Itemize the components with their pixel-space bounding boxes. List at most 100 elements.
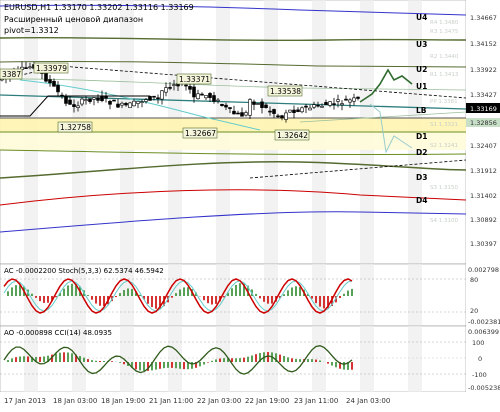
session-band [360, 264, 374, 326]
time-tick: 18 Jan 19:00 [101, 397, 145, 405]
price-box: 1.32758 [57, 121, 93, 133]
time-tick: 17 Jan 2013 [4, 397, 46, 405]
cci-panel[interactable]: AO -0.000898 CCI(14) 48.0935 0.006399 10… [0, 325, 500, 393]
price-tick: 1.33922 [470, 66, 497, 74]
candle-body [104, 95, 108, 99]
candle-body [64, 96, 68, 104]
candle-body [132, 100, 136, 107]
session-band [408, 326, 422, 392]
session-band [264, 264, 278, 326]
candle-body [192, 86, 196, 98]
ghost-label: R4 1.3480 [430, 20, 459, 26]
session-band [360, 326, 374, 392]
time-axis: 17 Jan 2013 18 Jan 03:00 18 Jan 19:00 21… [0, 392, 500, 408]
candle-body [200, 93, 204, 96]
candle-body [28, 66, 32, 69]
candle-body [216, 99, 220, 102]
time-tick: 23 Jan 11:00 [294, 397, 338, 405]
candle-body [52, 80, 56, 87]
ghost-label: S4 1.3100 [430, 218, 458, 224]
candle-body [340, 103, 344, 106]
session-band [408, 264, 422, 326]
cci-axis-tick: -100 [472, 371, 487, 379]
svg-text:1.32758: 1.32758 [60, 123, 91, 132]
candle-body [96, 97, 100, 101]
candle-body [148, 95, 152, 101]
time-tick: 21 Jan 11:00 [149, 397, 193, 405]
price-box: 1.33979 [33, 62, 69, 74]
candle-body [304, 105, 308, 108]
ghost-label: R3 1.3475 [430, 29, 459, 35]
candle-body [276, 115, 280, 118]
candle-body [116, 103, 120, 108]
candle-body [292, 109, 296, 113]
candle-body [328, 101, 332, 106]
price-box: 1.33371 [176, 73, 212, 85]
svg-text:1.33371: 1.33371 [179, 75, 210, 84]
stochastic-panel[interactable]: AC -0.0002200 Stoch(5,3,3) 62.5374 46.59… [0, 263, 500, 327]
stoch-axis-tick: 0.002798 [468, 266, 499, 274]
svg-text:1.32642: 1.32642 [277, 131, 308, 140]
candle-body [228, 107, 232, 109]
candle-body [108, 100, 112, 105]
candle-body [244, 112, 248, 116]
ghost-label: S2 1.3241 [430, 143, 458, 149]
level-label-u1: U1 [416, 82, 427, 91]
candle-body [220, 104, 224, 106]
svg-text:3387: 3387 [2, 70, 21, 79]
time-tick: 22 Jan 19:00 [245, 397, 289, 405]
stoch-label: AC -0.0002200 Stoch(5,3,3) 62.5374 46.59… [4, 267, 164, 275]
candle-body [172, 84, 176, 86]
svg-text:1.32667: 1.32667 [185, 129, 216, 138]
candle-body [168, 87, 172, 89]
candle-body [120, 102, 124, 106]
price-box: 1.32667 [182, 127, 218, 139]
candle-body [240, 112, 244, 117]
candle-body [128, 102, 132, 108]
candle-body [80, 98, 84, 105]
level-label-u4: U4 [416, 13, 427, 22]
candle-body [324, 102, 328, 105]
pivot-value: pivot=1.3312 [4, 26, 59, 35]
price-tick: 1.31912 [470, 167, 497, 175]
candle-body [332, 103, 336, 105]
candle-body [348, 99, 352, 103]
main-price-panel[interactable]: 3387 1.33979 1.33371 1.33538 1.32758 1.3… [0, 0, 467, 265]
candle-body [256, 103, 260, 105]
candle-body [88, 98, 92, 102]
candle-body [252, 101, 256, 105]
chart-canvas[interactable]: 3387 1.33979 1.33371 1.33538 1.32758 1.3… [0, 0, 500, 408]
candle-body [316, 104, 320, 107]
candle-body [156, 97, 160, 100]
cci-label: AO -0.000898 CCI(14) 48.0935 [4, 329, 112, 337]
candle-body [248, 99, 252, 116]
candle-body [236, 112, 240, 115]
ghost-label: S1 1.3321 [430, 122, 458, 128]
candle-body [100, 95, 104, 101]
price-axis[interactable]: 1.34667 1.34152 1.33922 1.33427 1.33169 … [466, 0, 500, 264]
candle-body [140, 101, 144, 103]
candle-body [188, 86, 192, 90]
time-tick: 24 Jan 03:00 [346, 397, 390, 405]
price-tick: 1.34152 [470, 40, 497, 48]
svg-text:1.33538: 1.33538 [270, 87, 301, 96]
candle-body [344, 98, 348, 101]
price-box: 3387 [0, 68, 23, 80]
candle-body [260, 101, 264, 108]
candle-body [264, 104, 268, 108]
stoch-axis-tick: -0.002381 [468, 318, 500, 326]
candle-body [272, 109, 276, 114]
candle-body [208, 93, 212, 98]
time-tick: 18 Jan 03:00 [53, 397, 97, 405]
cci-axis-tick: 100 [472, 339, 484, 347]
price-tick: 1.30892 [470, 216, 497, 224]
candle-body [84, 99, 88, 101]
level-labels: U4 U3 U2 U1 LB D1 D2 D3 D4 [416, 13, 427, 205]
price-box: 1.33538 [267, 85, 303, 97]
symbol-header: EURUSD,H1 1.33170 1.33202 1.33116 1.3316… [4, 3, 194, 12]
candle-body [320, 106, 324, 108]
cci-axis-tick: 0 [478, 355, 482, 363]
price-tick: 1.32856 [470, 119, 497, 127]
level-label-d2: D2 [416, 148, 427, 157]
ghost-label: R1 1.3413 [430, 72, 459, 78]
